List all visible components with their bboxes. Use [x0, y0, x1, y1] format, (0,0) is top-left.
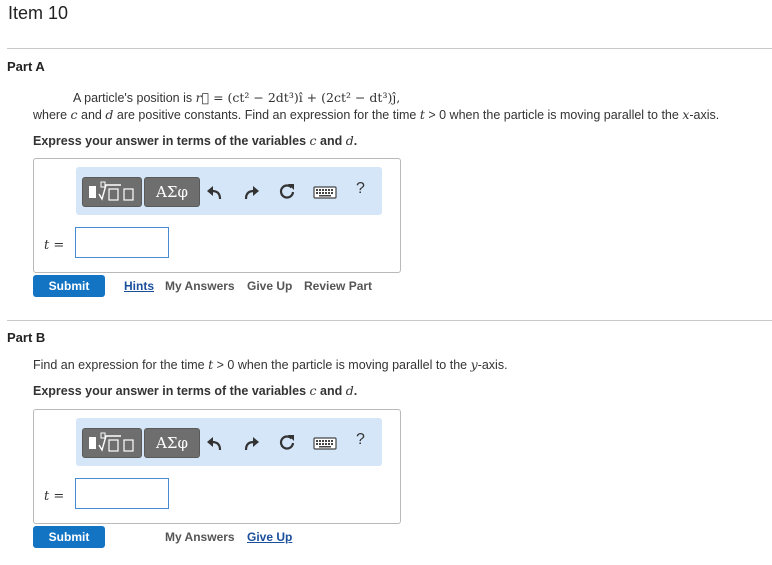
reset-icon — [279, 184, 295, 199]
part-a-answer-box: ΑΣφ ? t = — [33, 158, 401, 273]
instruction-text: Express your answer in terms of the vari… — [33, 134, 307, 148]
variable-t: t — [208, 357, 214, 372]
variable-d: d — [345, 383, 354, 398]
variable-d: d — [105, 107, 114, 122]
keyboard-button[interactable] — [312, 181, 338, 203]
submit-button[interactable]: Submit — [33, 275, 105, 297]
item-title: Item 10 — [8, 3, 69, 23]
instruction-text: Express your answer in terms of the vari… — [33, 384, 307, 398]
reset-button[interactable] — [276, 181, 298, 203]
instruction-text: . — [353, 384, 358, 398]
redo-icon — [244, 437, 259, 451]
variable-d: d — [345, 133, 354, 148]
templates-button[interactable] — [82, 177, 142, 207]
templates-icon — [89, 432, 134, 452]
question-text: are positive constants. Find an expressi… — [116, 108, 417, 122]
keyboard-button[interactable] — [312, 432, 338, 454]
answer-variable-label: t = — [44, 237, 64, 253]
give-up-link[interactable]: Give Up — [247, 279, 292, 293]
instruction-text: and — [320, 134, 343, 148]
instruction-text: and — [320, 384, 343, 398]
part-b-title: Part B — [7, 330, 46, 345]
redo-button[interactable] — [240, 181, 262, 203]
submit-button[interactable]: Submit — [33, 526, 105, 548]
question-text: and — [81, 108, 102, 122]
redo-icon — [244, 186, 259, 200]
keyboard-icon — [313, 437, 337, 450]
answer-input[interactable] — [75, 227, 169, 258]
variable-c: c — [309, 133, 317, 148]
part-a-instructions: Express your answer in terms of the vari… — [33, 133, 357, 148]
answer-variable-label: t = — [44, 488, 64, 504]
instruction-text: . — [353, 134, 358, 148]
undo-icon — [207, 186, 222, 200]
question-text: A particle's position is — [73, 91, 193, 105]
keyboard-icon — [313, 186, 337, 199]
help-button[interactable]: ? — [356, 431, 365, 449]
undo-icon — [207, 437, 222, 451]
help-button[interactable]: ? — [356, 180, 365, 198]
math-toolbar: ΑΣφ ? — [76, 418, 382, 466]
question-text: -axis. — [689, 108, 720, 122]
reset-button[interactable] — [276, 432, 298, 454]
divider — [7, 320, 772, 321]
greek-letters-button[interactable]: ΑΣφ — [144, 177, 200, 207]
variable-label: t = — [44, 489, 65, 504]
part-b-answer-box: ΑΣφ ? t = — [33, 409, 401, 524]
position-vector: r⃗ — [195, 90, 210, 105]
answer-input[interactable] — [75, 478, 169, 509]
part-a-question-line2: where c and d are positive constants. Fi… — [33, 107, 719, 122]
question-text: > 0 when the particle is moving parallel… — [428, 108, 679, 122]
variable-y: y — [470, 357, 478, 372]
my-answers-link[interactable]: My Answers — [165, 530, 235, 544]
hints-link[interactable]: Hints — [124, 279, 154, 293]
question-text: where — [33, 108, 68, 122]
part-a-question-line1: A particle's position is r⃗ = (ct² − 2dt… — [73, 90, 400, 105]
redo-button[interactable] — [240, 432, 262, 454]
variable-t: t — [419, 107, 425, 122]
undo-button[interactable] — [204, 181, 226, 203]
variable-c: c — [309, 383, 317, 398]
part-b-question: Find an expression for the time t > 0 wh… — [33, 357, 508, 372]
part-a-title: Part A — [7, 59, 45, 74]
templates-icon — [89, 181, 134, 201]
undo-button[interactable] — [204, 432, 226, 454]
question-text: Find an expression for the time — [33, 358, 205, 372]
math-toolbar: ΑΣφ ? — [76, 167, 382, 215]
templates-button[interactable] — [82, 428, 142, 458]
variable-c: c — [70, 107, 78, 122]
part-b-instructions: Express your answer in terms of the vari… — [33, 383, 357, 398]
divider — [7, 48, 772, 49]
give-up-link[interactable]: Give Up — [247, 530, 292, 544]
greek-letters-button[interactable]: ΑΣφ — [144, 428, 200, 458]
question-text: > 0 when the particle is moving parallel… — [216, 358, 468, 372]
review-part-link[interactable]: Review Part — [304, 279, 372, 293]
my-answers-link[interactable]: My Answers — [165, 279, 235, 293]
position-equation: = (ct² − 2dt³)î + (2ct² − dt³)ĵ, — [209, 90, 401, 105]
reset-icon — [279, 435, 295, 450]
question-text: -axis. — [477, 358, 508, 372]
variable-label: t = — [44, 238, 65, 253]
